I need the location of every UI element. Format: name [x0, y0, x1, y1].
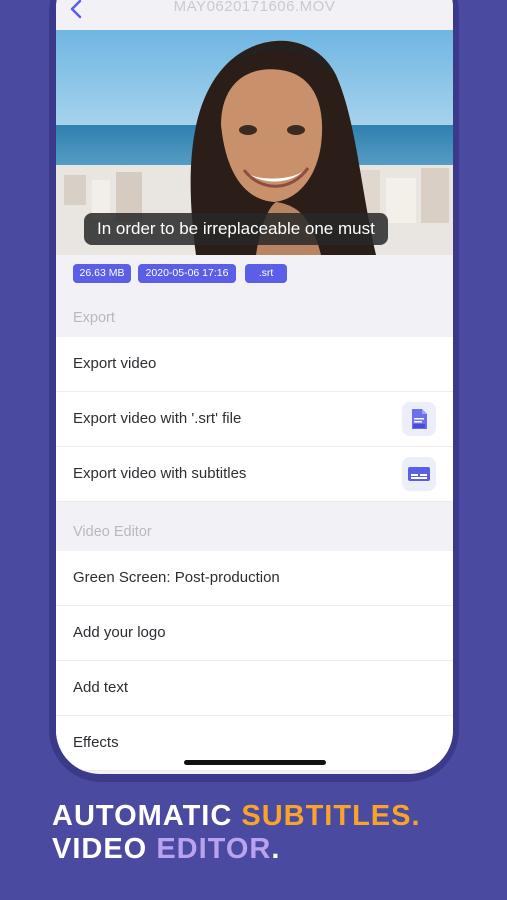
row-label: Export video with '.srt' file	[73, 410, 242, 427]
row-label: Add text	[73, 679, 129, 696]
add-logo-row[interactable]: Add your logo	[56, 606, 453, 661]
video-editor-list: Green Screen: Post-production Add your l…	[56, 551, 453, 771]
file-size-badge: 26.63 MB	[73, 264, 131, 283]
export-video-row[interactable]: Export video	[56, 337, 453, 392]
video-editor-section-title: Video Editor	[73, 524, 152, 540]
promo-tagline: AUTOMATIC SUBTITLES. VIDEO EDITOR.	[52, 800, 421, 866]
video-preview[interactable]: In order to be irreplaceable one must	[56, 30, 453, 255]
row-label: Green Screen: Post-production	[73, 569, 280, 586]
format-badge: .srt	[245, 264, 287, 283]
tagline-line-2: VIDEO EDITOR.	[52, 833, 281, 865]
export-list: Export video Export video with '.srt' fi…	[56, 337, 453, 502]
row-label: Export video	[73, 355, 157, 372]
app-screen: MAY0620171606.MOV In order to be irrepla…	[56, 0, 453, 774]
row-label: Export video with subtitles	[73, 465, 247, 482]
export-section-title: Export	[73, 310, 115, 326]
file-name-title: MAY0620171606.MOV	[173, 0, 336, 15]
date-badge: 2020-05-06 17:16	[138, 264, 236, 283]
home-indicator	[184, 760, 326, 765]
green-screen-row[interactable]: Green Screen: Post-production	[56, 551, 453, 606]
top-bar: MAY0620171606.MOV	[56, 0, 453, 30]
subtitle-overlay: In order to be irreplaceable one must	[84, 213, 388, 245]
row-label: Effects	[73, 734, 119, 751]
export-srt-row[interactable]: Export video with '.srt' file	[56, 392, 453, 447]
tagline-line-1: AUTOMATIC SUBTITLES.	[52, 800, 421, 832]
subtitles-icon	[402, 457, 436, 491]
export-subtitles-row[interactable]: Export video with subtitles	[56, 447, 453, 502]
row-label: Add your logo	[73, 624, 166, 641]
srt-file-icon	[402, 402, 436, 436]
add-text-row[interactable]: Add text	[56, 661, 453, 716]
